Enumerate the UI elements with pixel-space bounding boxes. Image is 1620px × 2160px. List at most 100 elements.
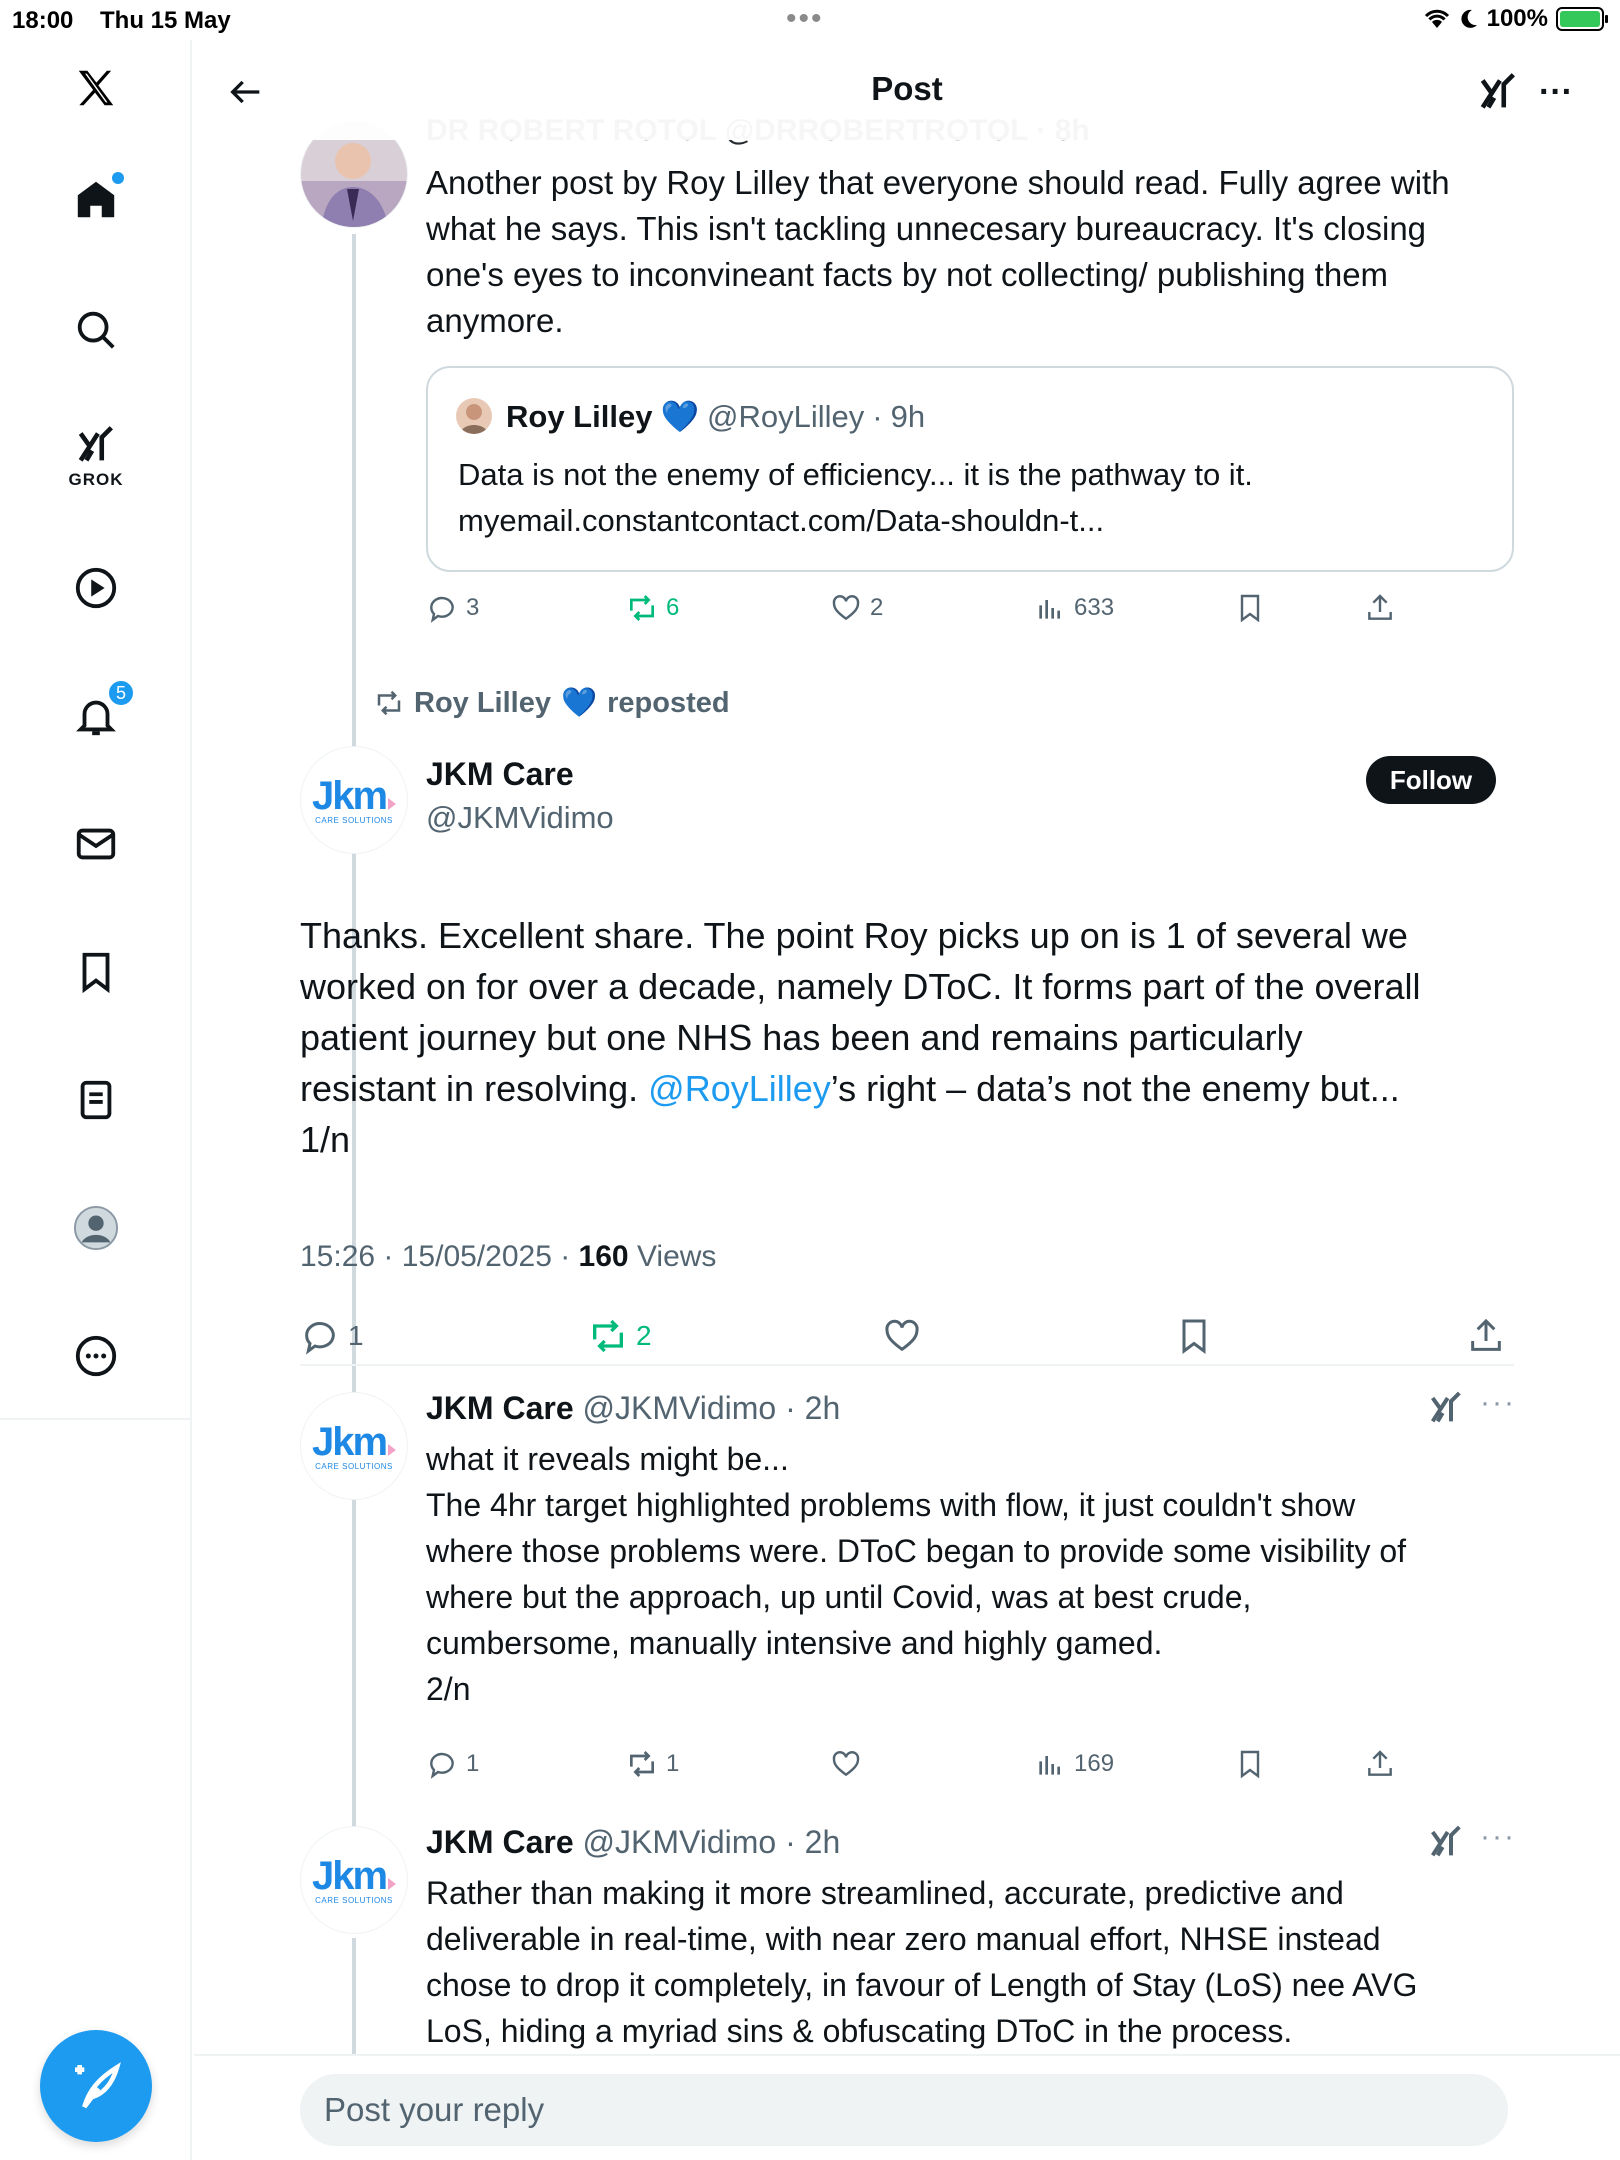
main-post-author-handle[interactable]: @JKMVidimo — [426, 800, 614, 836]
reply-input[interactable] — [300, 2074, 1508, 2146]
reply-author-name[interactable]: JKM Care — [426, 1824, 574, 1860]
reply-more-button[interactable]: ··· — [1480, 1386, 1516, 1420]
reply-text: Rather than making it more streamlined, … — [426, 1875, 1418, 2049]
main-like-action[interactable] — [882, 1316, 922, 1356]
status-time: 18:00 — [12, 7, 74, 34]
reply-icon — [305, 1322, 335, 1355]
reply-icon — [430, 596, 454, 623]
share-icon — [1471, 1318, 1501, 1351]
reply-time: 2h — [804, 1824, 841, 1860]
reply-more-button[interactable]: ··· — [1480, 1820, 1516, 1854]
main-repost-action[interactable]: 2 — [588, 1316, 652, 1356]
profile-avatar-icon[interactable] — [64, 1196, 128, 1260]
home-icon[interactable] — [64, 168, 128, 232]
grok-label: GROK — [68, 470, 124, 489]
reply-views-count: 169 — [1074, 1750, 1115, 1777]
reply-author-name[interactable]: JKM Care — [426, 1390, 574, 1426]
jkm-logo-text: Jkm — [311, 1853, 388, 1898]
grok-icon — [1480, 73, 1515, 109]
x-logo-icon[interactable] — [64, 56, 128, 120]
blue-heart-icon: 💙 — [660, 399, 700, 434]
messages-icon[interactable] — [64, 812, 128, 876]
reply-bookmark-action[interactable] — [1234, 1748, 1266, 1780]
quoted-post[interactable]: Roy Lilley 💙 @RoyLilley · 9h Data is not… — [426, 366, 1514, 572]
jkm-logo: Jkm CARE SOLUTIONS — [301, 1393, 407, 1499]
bookmarks-icon[interactable] — [64, 940, 128, 1004]
reply-author-handle[interactable]: @JKMVidimo — [583, 1390, 777, 1426]
grok-explain-button[interactable] — [1426, 1822, 1466, 1867]
more-options-icon[interactable] — [64, 1324, 128, 1388]
header-more-button[interactable]: ··· — [1524, 60, 1588, 124]
follow-button[interactable]: Follow — [1366, 756, 1496, 804]
repost-action[interactable]: 6 — [626, 592, 679, 624]
heart-icon — [832, 1751, 860, 1777]
main-post-views-count: 160 — [578, 1240, 629, 1273]
bookmark-action[interactable] — [1234, 592, 1266, 624]
share-action[interactable] — [1364, 592, 1396, 624]
reposted-label: reposted — [607, 686, 730, 719]
jkm-logo-text: Jkm — [311, 773, 388, 818]
grok-nav-item[interactable]: GROK — [64, 420, 128, 510]
quote-author-name: Roy Lilley — [506, 398, 653, 434]
compose-post-button[interactable] — [40, 2030, 152, 2142]
multitasking-dots-icon[interactable]: ••• — [786, 4, 824, 34]
main-post-views-label: Views — [628, 1240, 717, 1273]
main-post-author-name[interactable]: JKM Care — [426, 756, 574, 793]
bookmark-icon — [1182, 1319, 1206, 1354]
post-divider — [300, 1364, 1514, 1366]
reply-separator: · — [776, 1390, 805, 1426]
grok-explain-button[interactable] — [1426, 1388, 1466, 1433]
reply-header: JKM Care @JKMVidimo · 2h — [426, 1824, 840, 1861]
parent-post-text: Another post by Roy Lilley that everyone… — [426, 164, 1450, 339]
sidebar: GROK 5 — [0, 40, 192, 2160]
sidebar-divider — [0, 1418, 192, 1420]
repost-banner: Roy Lilley 💙 reposted — [374, 686, 730, 720]
main-post-timestamp: 15:26 · 15/05/2025 · — [300, 1240, 579, 1273]
reply-reply-action[interactable]: 1 — [426, 1748, 479, 1780]
reply-author-handle[interactable]: @JKMVidimo — [583, 1824, 777, 1860]
video-icon[interactable] — [64, 556, 128, 620]
reply-author-avatar[interactable]: Jkm CARE SOLUTIONS — [300, 1392, 408, 1500]
status-date: Thu 15 May — [100, 7, 231, 34]
repost-icon — [630, 595, 654, 621]
main-bookmark-action[interactable] — [1174, 1316, 1214, 1356]
main-post-avatar[interactable]: Jkm CARE SOLUTIONS — [300, 746, 408, 854]
reply-author-avatar[interactable]: Jkm CARE SOLUTIONS — [300, 1826, 408, 1934]
reply-like-action[interactable] — [830, 1748, 862, 1780]
grok-header-button[interactable] — [1466, 60, 1530, 124]
quote-time: 9h — [890, 398, 926, 434]
views-action[interactable]: 633 — [1034, 592, 1114, 624]
lists-icon[interactable] — [64, 1068, 128, 1132]
reply-time: 2h — [804, 1390, 841, 1426]
search-icon[interactable] — [64, 298, 128, 362]
reply-views-action[interactable]: 169 — [1034, 1748, 1114, 1780]
reply-repost-action[interactable]: 1 — [626, 1748, 679, 1780]
grok-icon — [1430, 1825, 1461, 1857]
like-action[interactable]: 2 — [830, 592, 883, 624]
reply-bar — [194, 2054, 1620, 2160]
quote-link[interactable]: myemail.constantcontact.com/Data-shouldn… — [458, 498, 1104, 544]
status-indicators: 100% — [1423, 5, 1608, 33]
quote-author-handle: @RoyLilley — [707, 398, 865, 434]
views-count: 633 — [1074, 594, 1115, 621]
main-share-action[interactable] — [1466, 1316, 1506, 1356]
reply-count: 3 — [466, 594, 480, 621]
reposter-name[interactable]: Roy Lilley — [414, 687, 551, 720]
jkm-logo: Jkm CARE SOLUTIONS — [301, 747, 407, 853]
notifications-icon[interactable]: 5 — [64, 678, 136, 748]
wifi-icon — [1424, 9, 1449, 28]
reply-share-action[interactable] — [1364, 1748, 1396, 1780]
more-dots-icon: ··· — [1480, 1386, 1516, 1419]
mention-link[interactable]: @RoyLilley — [648, 1068, 831, 1109]
quote-text: Data is not the enemy of efficiency... i… — [458, 457, 1253, 492]
reply-action[interactable]: 3 — [426, 592, 479, 624]
views-chart-icon — [1039, 1756, 1060, 1775]
main-reply-action[interactable]: 1 — [300, 1316, 364, 1356]
post-thread: DR ROBERT ROTOL @DRROBERTROTOL · 8h Anot… — [194, 40, 1620, 2160]
reply-icon — [430, 1752, 454, 1779]
reply-text: what it reveals might be... The 4hr targ… — [426, 1441, 1407, 1707]
jkm-logo-text: Jkm — [311, 1419, 388, 1464]
blue-heart-icon: 💙 — [561, 687, 598, 719]
main-post-text: Thanks. Excellent share. The point Roy p… — [300, 910, 1540, 1165]
views-chart-icon — [1039, 600, 1060, 619]
